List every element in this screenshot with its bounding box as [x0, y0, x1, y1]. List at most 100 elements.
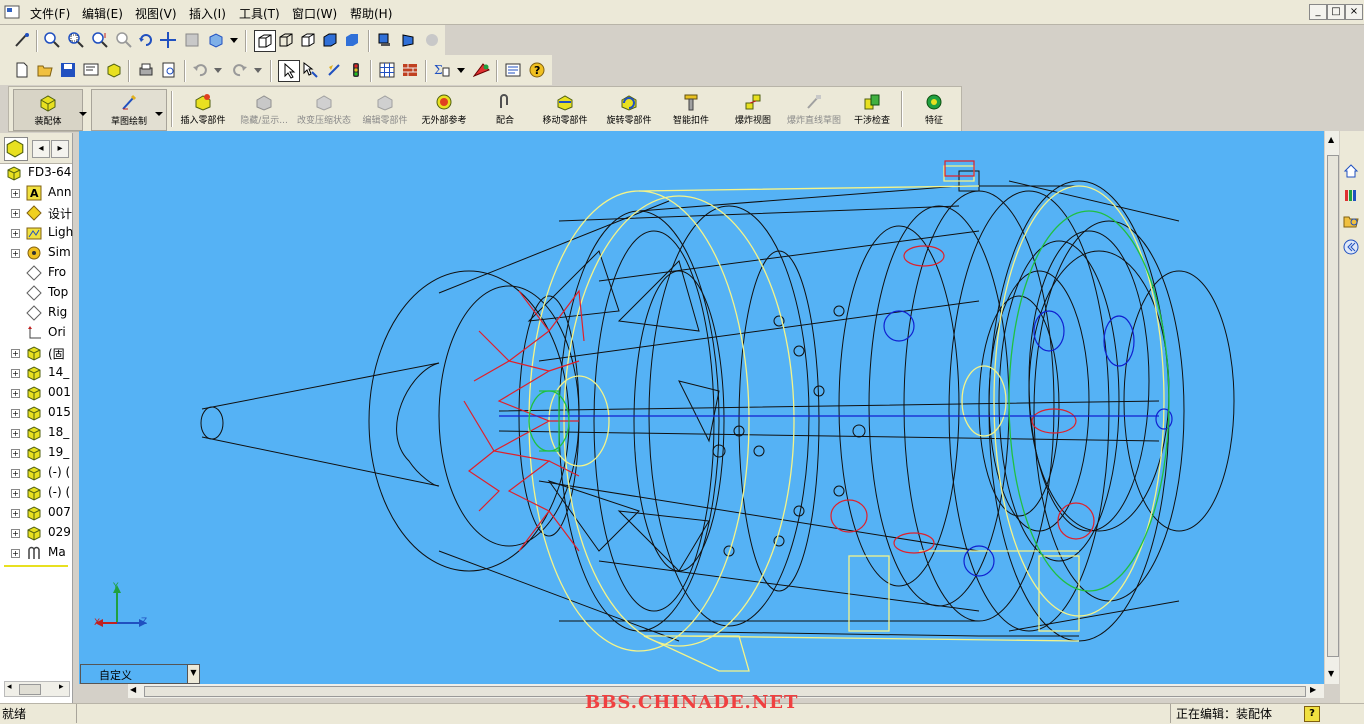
view-configuration-dropdown[interactable]: 自定义 ▼: [80, 664, 200, 684]
expand-icon[interactable]: +: [11, 529, 20, 538]
vertical-scroll-thumb[interactable]: [1327, 155, 1339, 657]
realview-icon[interactable]: [422, 30, 442, 50]
insert-component-button[interactable]: 插入零部件: [177, 89, 229, 129]
standard-views-icon[interactable]: [206, 30, 226, 50]
select-other-icon[interactable]: [300, 60, 320, 80]
open-folder-icon[interactable]: [35, 60, 55, 80]
edit-component-button[interactable]: 编辑零部件: [359, 89, 411, 129]
shadows-icon[interactable]: [374, 30, 394, 50]
pan-icon[interactable]: [158, 30, 178, 50]
tab-scroll-left-icon[interactable]: ◂: [32, 140, 50, 158]
minimize-button[interactable]: _: [1309, 4, 1327, 20]
expand-icon[interactable]: +: [11, 369, 20, 378]
move-component-button[interactable]: 移动零部件: [537, 89, 593, 129]
expand-icon[interactable]: +: [11, 189, 20, 198]
expand-icon[interactable]: +: [11, 409, 20, 418]
shaded-icon[interactable]: [342, 30, 362, 50]
menu-help[interactable]: 帮助(H): [350, 5, 392, 22]
tab-scroll-right-icon[interactable]: ▸: [51, 140, 69, 158]
features-button[interactable]: 特征: [911, 89, 957, 129]
expand-icon[interactable]: +: [11, 469, 20, 478]
zoom-in-out-icon[interactable]: [90, 30, 110, 50]
tree-horizontal-scrollbar[interactable]: ◂ ▸: [4, 681, 70, 697]
zoom-selection-icon[interactable]: [114, 30, 134, 50]
smart-fastener-button[interactable]: 智能扣件: [665, 89, 717, 129]
expand-icon[interactable]: +: [11, 249, 20, 258]
design-library-icon[interactable]: [1343, 187, 1359, 206]
shaded-with-edges-icon[interactable]: [320, 30, 340, 50]
equations-dropdown-arrow-icon[interactable]: [455, 60, 467, 80]
feature-tree-tab[interactable]: [4, 137, 28, 161]
hidden-lines-removed-icon[interactable]: [298, 30, 318, 50]
expand-icon[interactable]: +: [11, 349, 20, 358]
mate-button[interactable]: 配合: [483, 89, 527, 129]
expand-icon[interactable]: +: [11, 389, 20, 398]
scroll-up-icon[interactable]: ▲: [1328, 135, 1334, 144]
expand-icon[interactable]: +: [11, 549, 20, 558]
view-orientation-icon[interactable]: [182, 30, 202, 50]
scroll-down-icon[interactable]: ▼: [1328, 669, 1334, 678]
properties-icon[interactable]: [503, 60, 523, 80]
make-drawing-icon[interactable]: [81, 60, 101, 80]
perspective-icon[interactable]: [398, 30, 418, 50]
quick-tips-icon[interactable]: ?: [1304, 706, 1320, 722]
viewport-vertical-scrollbar[interactable]: ▲ ▼: [1325, 131, 1339, 684]
assembly-tab-arrow-icon[interactable]: [79, 107, 87, 120]
graphics-viewport[interactable]: Y X Z: [79, 131, 1324, 684]
expand-icon[interactable]: +: [11, 209, 20, 218]
menu-insert[interactable]: 插入(I): [189, 5, 226, 22]
view-dropdown-arrow-icon[interactable]: [228, 30, 240, 50]
rotate-component-button[interactable]: 旋转零部件: [597, 89, 661, 129]
menu-edit[interactable]: 编辑(E): [82, 5, 123, 22]
undo-icon[interactable]: [190, 60, 210, 80]
home-icon[interactable]: [1343, 163, 1359, 182]
restore-button[interactable]: □: [1327, 4, 1345, 20]
hide-show-button[interactable]: 隐藏/显示...: [233, 89, 295, 129]
redo-icon[interactable]: [230, 60, 250, 80]
select-pointer-icon[interactable]: [278, 60, 300, 82]
rollback-bar[interactable]: [4, 565, 68, 567]
save-icon[interactable]: [58, 60, 78, 80]
expand-icon[interactable]: +: [11, 229, 20, 238]
wireframe-icon[interactable]: [254, 30, 276, 52]
menu-window[interactable]: 窗口(W): [292, 5, 337, 22]
expand-icon[interactable]: +: [11, 429, 20, 438]
menu-view[interactable]: 视图(V): [135, 5, 177, 22]
dropdown-arrow-icon[interactable]: ▼: [187, 665, 199, 683]
exploded-view-button[interactable]: 爆炸视图: [727, 89, 779, 129]
options-icon[interactable]: [472, 60, 492, 80]
print-icon[interactable]: [136, 60, 156, 80]
no-external-ref-button[interactable]: 无外部参考: [417, 89, 471, 129]
expand-icon[interactable]: +: [11, 509, 20, 518]
interference-check-button[interactable]: 干涉检查: [847, 89, 897, 129]
new-document-icon[interactable]: [12, 60, 32, 80]
make-assembly-icon[interactable]: [104, 60, 124, 80]
sketch-tab-arrow-icon[interactable]: [155, 107, 163, 120]
traffic-light-icon[interactable]: [346, 60, 366, 80]
close-button[interactable]: ×: [1345, 4, 1363, 20]
selection-filter-icon[interactable]: [12, 30, 32, 50]
menu-file[interactable]: 文件(F): [30, 5, 70, 22]
brick-wall-icon[interactable]: [400, 60, 420, 80]
redo-dropdown-arrow-icon[interactable]: [252, 60, 264, 80]
collapse-pane-icon[interactable]: [1343, 239, 1359, 258]
undo-dropdown-arrow-icon[interactable]: [212, 60, 224, 80]
scroll-right-icon[interactable]: ▶: [1310, 685, 1316, 694]
explode-line-sketch-button[interactable]: 爆炸直线草图: [783, 89, 845, 129]
suppress-state-button[interactable]: 改变压缩状态: [295, 89, 353, 129]
rotate-view-icon[interactable]: [136, 30, 156, 50]
grid-icon[interactable]: [377, 60, 397, 80]
menu-tools[interactable]: 工具(T): [239, 5, 280, 22]
zoom-to-fit-icon[interactable]: [42, 30, 62, 50]
zoom-area-icon[interactable]: [66, 30, 86, 50]
hidden-lines-visible-icon[interactable]: [276, 30, 296, 50]
expand-icon[interactable]: +: [11, 449, 20, 458]
wireframe-model[interactable]: [79, 131, 1324, 684]
file-explorer-icon[interactable]: [1343, 213, 1359, 232]
print-preview-icon[interactable]: [159, 60, 179, 80]
help-icon[interactable]: ?: [527, 60, 547, 80]
scroll-left-icon[interactable]: ◀: [130, 685, 136, 694]
equations-icon[interactable]: Σ: [432, 60, 452, 80]
tab-assembly[interactable]: 装配体: [13, 89, 83, 131]
app-document-icon[interactable]: [4, 5, 20, 19]
